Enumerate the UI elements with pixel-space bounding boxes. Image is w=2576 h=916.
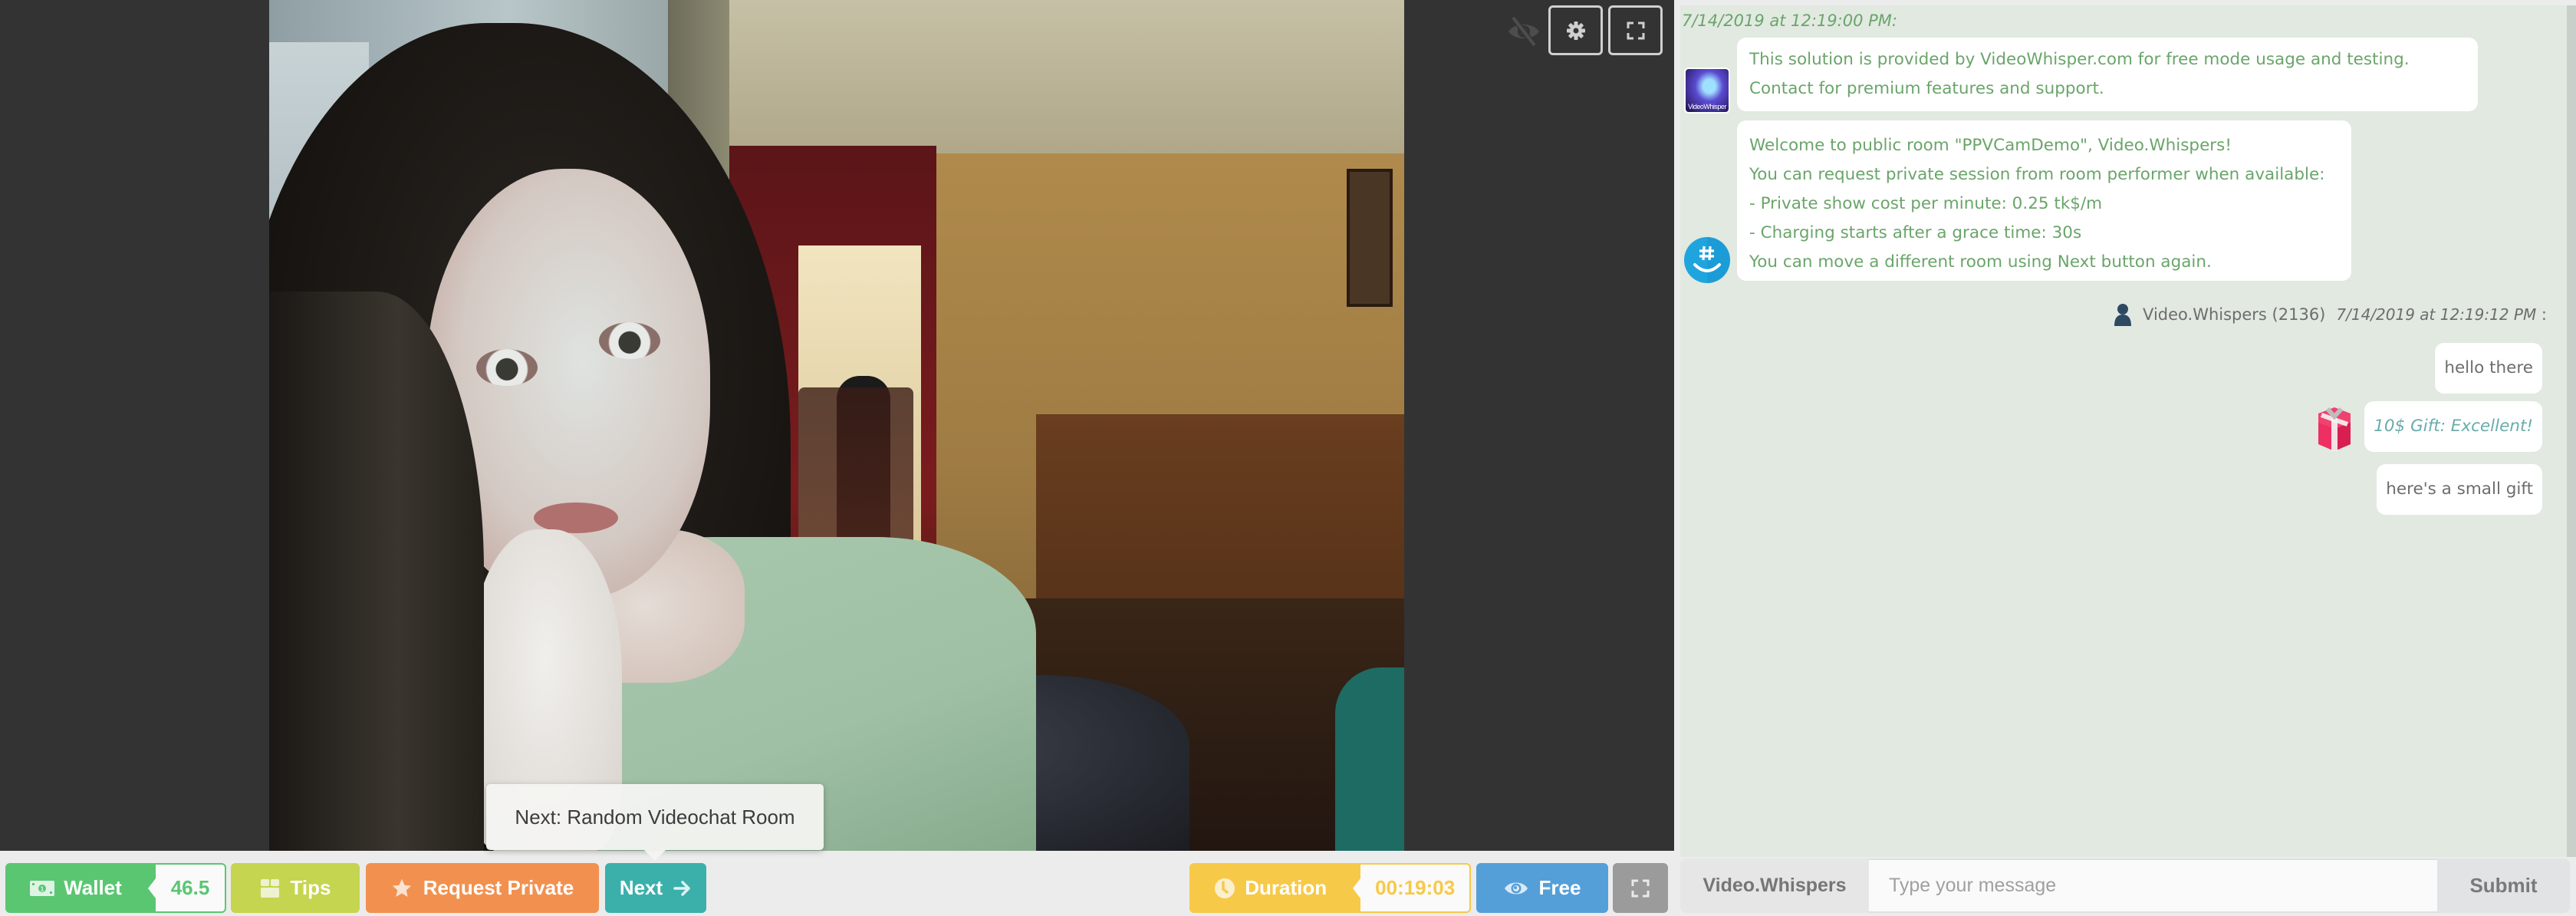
system-message: This solution is provided by VideoWhispe… <box>1737 38 2478 111</box>
message-input[interactable] <box>1869 858 2437 913</box>
money-bill-icon: 1 <box>30 880 55 896</box>
message-text: here's a small gift <box>2386 479 2533 499</box>
gear-icon <box>1566 21 1585 40</box>
message-line: - Private show cost per minute: 0.25 tk$… <box>1749 194 2103 213</box>
message-line: Contact for premium features and support… <box>1749 79 2104 98</box>
message-line: Welcome to public room "PPVCamDemo", Vid… <box>1749 136 2232 155</box>
submit-button[interactable]: Submit <box>2437 858 2570 913</box>
next-button[interactable]: Next <box>605 863 706 913</box>
duration-label: Duration <box>1191 865 1350 911</box>
chat-username-label: Video.Whispers <box>1703 875 1847 896</box>
request-private-button[interactable]: Request Private <box>366 863 599 913</box>
next-tooltip: Next: Random Videochat Room <box>486 784 824 861</box>
videowhisper-logo-text: VideoWhisper <box>1688 103 1726 110</box>
system-timestamp: 7/14/2019 at 12:19:00 PM: <box>1682 12 1897 30</box>
message-text: 10$ Gift: Excellent! <box>2374 417 2533 436</box>
video-subject-hair-front <box>269 292 484 851</box>
wallet-label: 1 Wallet <box>7 865 145 911</box>
video-scene-picture-frame <box>1347 169 1393 307</box>
sender-name[interactable]: Video.Whispers (2136) <box>2143 305 2325 324</box>
videowhisper-logo: VideoWhisper <box>1684 68 1730 114</box>
duration-value: 00:19:03 <box>1360 865 1469 911</box>
message-sender-header: Video.Whispers (2136) 7/14/2019 at 12:19… <box>2114 303 2547 326</box>
chat-message: hello there <box>2435 343 2542 394</box>
video-subject-lips <box>534 502 618 533</box>
eye-slash-icon[interactable] <box>1505 14 1543 49</box>
gift-icon <box>2314 406 2355 452</box>
message-line: You can request private session from roo… <box>1749 165 2325 184</box>
settings-button[interactable] <box>1548 5 1603 55</box>
arrow-right-icon <box>673 880 690 896</box>
system-message: Welcome to public room "PPVCamDemo", Vid… <box>1737 120 2351 281</box>
chat-input-group: Video.Whispers Submit <box>1680 858 2570 913</box>
message-line: This solution is provided by VideoWhispe… <box>1749 50 2410 69</box>
chat-scrollbar[interactable] <box>2567 5 2576 857</box>
video-subject-eye <box>599 322 660 359</box>
video-subject-eye <box>476 349 538 386</box>
wallet-label-text: Wallet <box>64 876 122 899</box>
chat-message: here's a small gift <box>2377 464 2542 515</box>
video-scene-teal-chair <box>1335 667 1404 851</box>
timestamp-separator: : <box>2541 305 2547 324</box>
chat-messages[interactable]: 7/14/2019 at 12:19:00 PM: VideoWhisper T… <box>1680 5 2567 857</box>
video-fullscreen-button[interactable] <box>1608 5 1663 55</box>
eye-icon <box>1504 882 1528 894</box>
wallet-balance: 46.5 <box>156 865 225 911</box>
next-label: Next <box>619 876 663 899</box>
svg-text:1: 1 <box>41 885 44 892</box>
duration-indicator: Duration 00:19:03 <box>1189 863 1471 913</box>
chat-panel: 7/14/2019 at 12:19:00 PM: VideoWhisper T… <box>1674 0 2576 916</box>
message-text: hello there <box>2444 358 2533 377</box>
gift-message: 10$ Gift: Excellent! <box>2364 401 2542 452</box>
expand-icon <box>1627 21 1644 39</box>
user-icon <box>2114 304 2132 326</box>
toolbar-fullscreen-button[interactable] <box>1613 863 1668 913</box>
message-timestamp: 7/14/2019 at 12:19:12 PM <box>2336 305 2537 324</box>
duration-label-text: Duration <box>1245 876 1327 899</box>
message-line: You can move a different room using Next… <box>1749 252 2212 272</box>
expand-icon <box>1631 879 1650 897</box>
wallet-button[interactable]: 1 Wallet 46.5 <box>5 863 226 913</box>
request-private-label: Request Private <box>423 876 574 899</box>
free-label: Free <box>1538 876 1581 899</box>
tips-label: Tips <box>290 876 331 899</box>
tips-button[interactable]: Tips <box>231 863 360 913</box>
hashtag-smile-icon <box>1683 236 1731 284</box>
message-line: - Charging starts after a grace time: 30… <box>1749 223 2082 242</box>
star-icon <box>392 878 411 897</box>
video-stream[interactable] <box>269 0 1404 851</box>
video-scene-ceiling <box>729 0 1404 169</box>
tooltip-text: Next: Random Videochat Room <box>515 805 795 829</box>
gift-box-icon <box>260 878 279 898</box>
video-panel: Next: Random Videochat Room <box>0 0 1674 861</box>
free-mode-button[interactable]: Free <box>1476 863 1608 913</box>
clock-icon <box>1215 878 1235 898</box>
